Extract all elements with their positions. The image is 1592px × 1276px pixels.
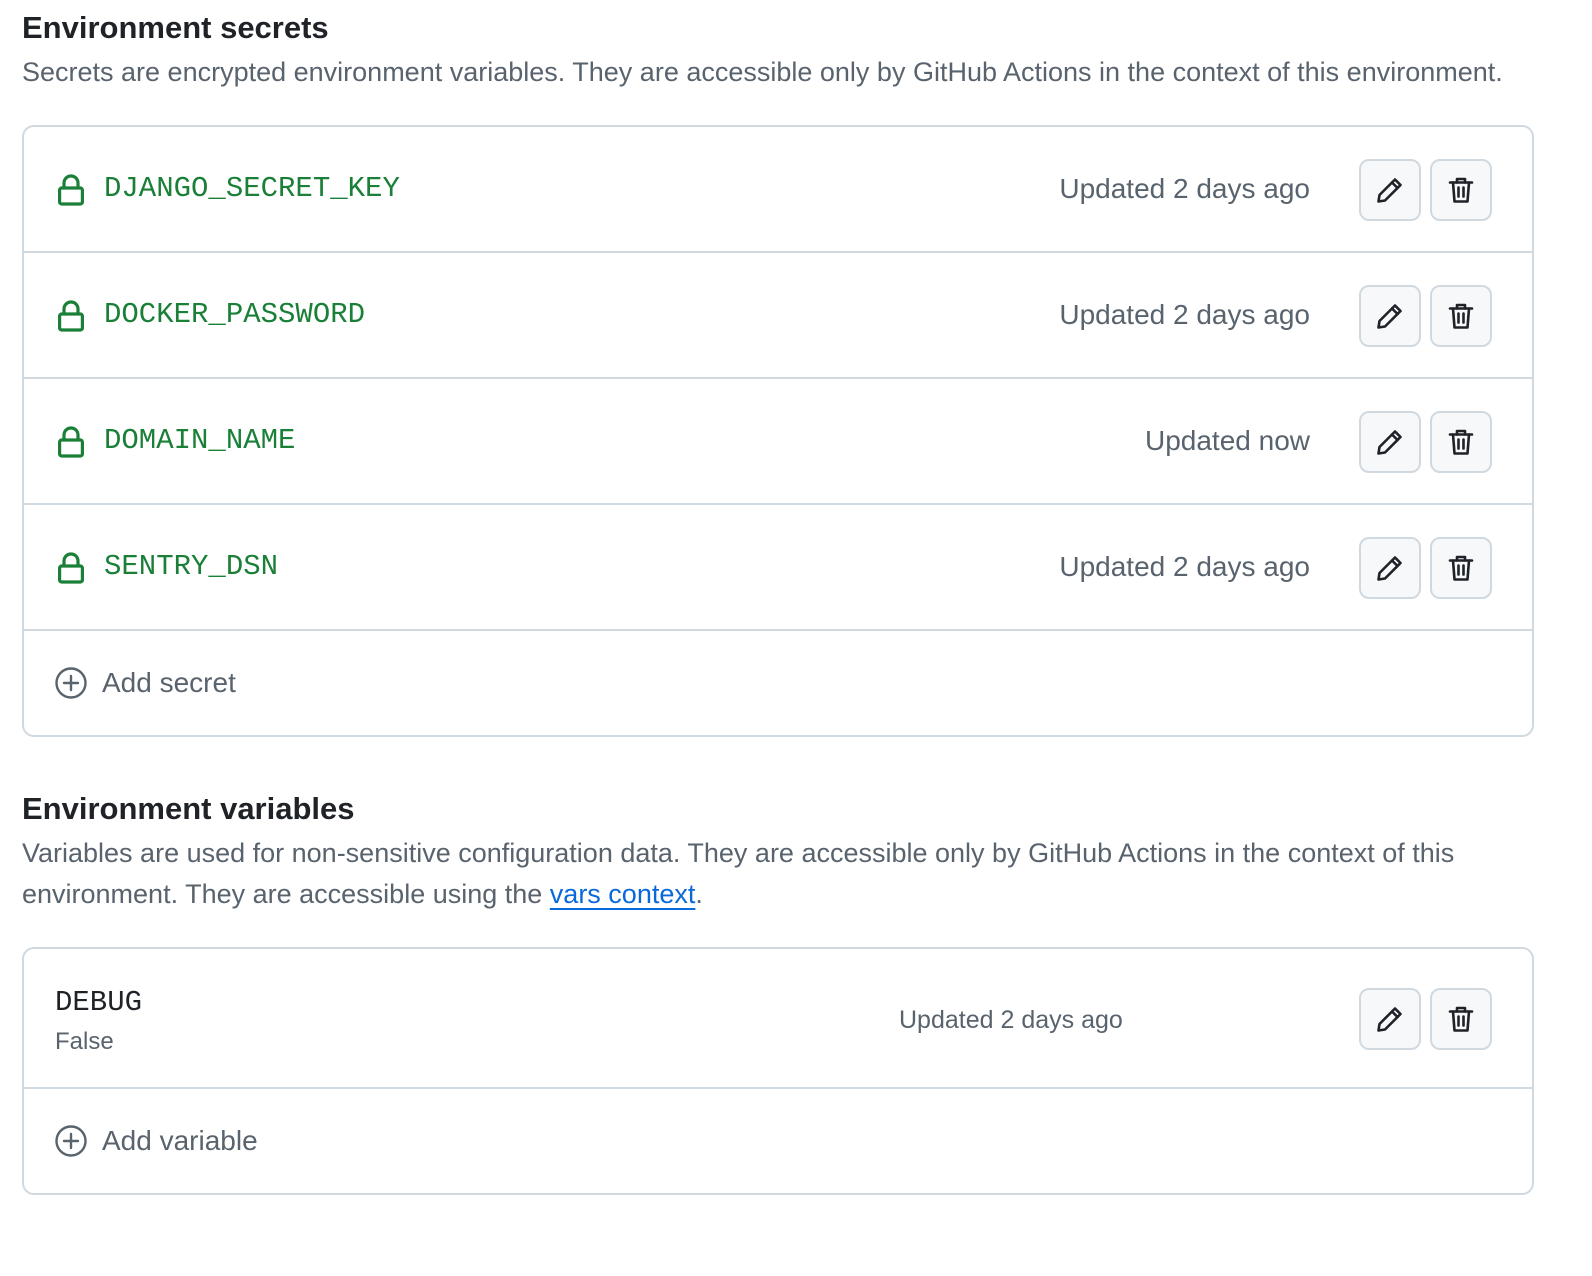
secret-name: DOMAIN_NAME xyxy=(104,424,296,457)
secret-updated: Updated 2 days ago xyxy=(1059,551,1310,582)
add-secret-button[interactable]: Add secret xyxy=(24,631,1532,735)
secret-row: SENTRY_DSN Updated 2 days ago xyxy=(24,505,1532,631)
variables-description-text: Variables are used for non-sensitive con… xyxy=(22,838,1455,909)
edit-secret-button[interactable] xyxy=(1359,411,1421,473)
secrets-section-description: Secrets are encrypted environment variab… xyxy=(22,57,1503,87)
secret-row: DOMAIN_NAME Updated now xyxy=(24,379,1532,505)
secret-name: DOCKER_PASSWORD xyxy=(104,298,366,331)
variables-list: DEBUG False Updated 2 days ago Add varia… xyxy=(22,947,1534,1195)
secret-name: SENTRY_DSN xyxy=(104,550,279,583)
environment-settings: Environment secrets Secrets are encrypte… xyxy=(22,0,1534,1195)
add-secret-label: Add secret xyxy=(102,667,236,698)
secret-row: DJANGO_SECRET_KEY Updated 2 days ago xyxy=(24,127,1532,253)
edit-variable-button[interactable] xyxy=(1359,988,1421,1050)
trash-icon xyxy=(1448,429,1474,455)
edit-secret-button[interactable] xyxy=(1359,537,1421,599)
pencil-icon xyxy=(1377,304,1402,329)
secrets-section-title: Environment secrets xyxy=(22,10,329,45)
secrets-list: DJANGO_SECRET_KEY Updated 2 days ago DOC… xyxy=(22,125,1534,737)
pencil-icon xyxy=(1377,430,1402,455)
trash-icon xyxy=(1448,177,1474,203)
vars-context-link[interactable]: vars context xyxy=(550,879,696,909)
variable-updated: Updated 2 days ago xyxy=(899,1006,1123,1034)
edit-secret-button[interactable] xyxy=(1359,285,1421,347)
lock-icon xyxy=(57,426,84,458)
secret-name: DJANGO_SECRET_KEY xyxy=(104,172,400,205)
plus-circle-icon xyxy=(55,1125,87,1157)
secret-row: DOCKER_PASSWORD Updated 2 days ago xyxy=(24,253,1532,379)
pencil-icon xyxy=(1377,556,1402,581)
lock-icon xyxy=(57,174,84,206)
add-variable-label: Add variable xyxy=(102,1125,258,1156)
trash-icon xyxy=(1448,1006,1474,1032)
delete-secret-button[interactable] xyxy=(1430,285,1492,347)
variables-section-title: Environment variables xyxy=(22,791,355,826)
secret-updated: Updated 2 days ago xyxy=(1059,173,1310,204)
variables-description-suffix: . xyxy=(695,879,703,909)
secret-updated: Updated 2 days ago xyxy=(1059,299,1310,330)
variable-row: DEBUG False Updated 2 days ago xyxy=(24,949,1532,1089)
variable-name: DEBUG xyxy=(55,986,143,1019)
trash-icon xyxy=(1448,303,1474,329)
pencil-icon xyxy=(1377,178,1402,203)
edit-secret-button[interactable] xyxy=(1359,159,1421,221)
delete-secret-button[interactable] xyxy=(1430,159,1492,221)
delete-variable-button[interactable] xyxy=(1430,988,1492,1050)
delete-secret-button[interactable] xyxy=(1430,537,1492,599)
secret-updated: Updated now xyxy=(1144,425,1310,456)
add-variable-button[interactable]: Add variable xyxy=(24,1089,1532,1193)
variable-value: False xyxy=(55,1028,114,1055)
pencil-icon xyxy=(1377,1007,1402,1032)
trash-icon xyxy=(1448,555,1474,581)
plus-circle-icon xyxy=(55,667,87,699)
variables-section-description: Variables are used for non-sensitive con… xyxy=(22,833,1512,915)
delete-secret-button[interactable] xyxy=(1430,411,1492,473)
lock-icon xyxy=(57,300,84,332)
lock-icon xyxy=(57,552,84,584)
